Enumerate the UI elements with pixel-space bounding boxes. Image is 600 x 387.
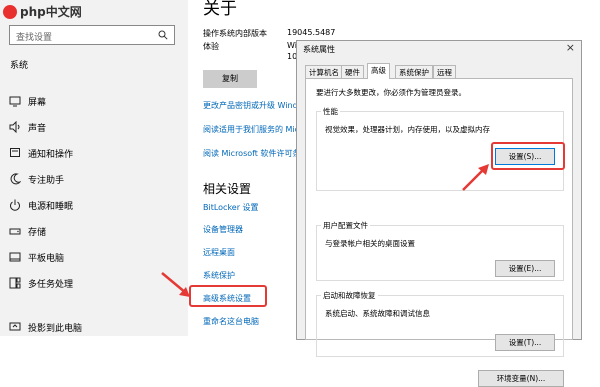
device-manager-link[interactable]: 设备管理器 [203,224,243,235]
highlight-box-advanced-link [189,285,267,307]
performance-desc: 视觉效果，处理器计划，内存使用，以及虚拟内存 [325,125,490,134]
sidebar-item-label: 多任务处理 [28,280,74,290]
sidebar-item-label: 电源和睡眠 [28,202,74,212]
startup-recovery-group: 启动和故障恢复 系统启动、系统故障和调试信息 设置(T)... [316,290,564,357]
experience-row: 体验 Wi [203,41,297,52]
close-icon[interactable]: × [566,41,575,54]
advanced-tab-panel: 要进行大多数更改，你必须作为管理员登录。 性能 视觉效果，处理器计划，内存使用，… [305,78,573,387]
watermark-logo: php中文网 [3,3,82,20]
tab-system-protection[interactable]: 系统保护 [395,65,433,78]
experience-label: 体验 [203,42,219,51]
rename-pc-link[interactable]: 重命名这台电脑 [203,316,259,327]
os-build-value: 19045.5487 [287,28,336,37]
arrow-to-performance-button-icon [462,164,489,191]
tablet-icon [9,252,21,262]
performance-title: 性能 [321,106,340,117]
os-build-row: 操作系统内部版本 19045.5487 [203,28,335,39]
php-logo-icon [3,4,17,19]
startup-recovery-settings-button[interactable]: 设置(T)... [495,334,555,351]
system-properties-dialog: 系统属性 × 计算机名 硬件 高级 系统保护 远程 要进行大多数更改，你必须作为… [296,40,582,387]
search-placeholder: 查找设置 [16,33,53,43]
sidebar-item-label: 通知和操作 [28,150,74,160]
user-profiles-settings-button[interactable]: 设置(E)... [495,260,555,277]
system-protection-link[interactable]: 系统保护 [203,270,235,281]
services-agreement-link[interactable]: 阅读适用于我们服务的 Micr [203,124,302,135]
power-icon [10,199,20,211]
copy-button[interactable]: 复制 [203,70,257,88]
moon-icon [10,173,21,185]
notification-icon [10,148,20,157]
user-profiles-desc: 与登录帐户相关的桌面设置 [325,239,415,248]
user-profiles-title: 用户配置文件 [321,220,370,231]
environment-variables-button[interactable]: 环境变量(N)... [478,370,564,387]
sidebar-item-power[interactable]: 电源和睡眠 [0,192,188,218]
user-profiles-group: 用户配置文件 与登录帐户相关的桌面设置 设置(E)... [316,220,564,281]
sidebar-item-notifications[interactable]: 通知和操作 [0,140,188,166]
tab-computer-name[interactable]: 计算机名 [305,65,343,78]
dialog-title: 系统属性 [303,45,335,54]
startup-recovery-desc: 系统启动、系统故障和调试信息 [325,309,430,318]
search-icon [158,30,168,40]
speaker-icon [9,121,20,133]
sidebar-item-label: 投影到此电脑 [28,324,83,334]
arrow-to-advanced-link-icon [161,272,190,297]
startup-recovery-title: 启动和故障恢复 [321,290,378,301]
os-build-label: 操作系统内部版本 [203,29,267,38]
sidebar-item-display[interactable]: 屏幕 [0,88,188,114]
sidebar-item-label: 专注助手 [28,176,65,186]
tab-hardware[interactable]: 硬件 [341,65,364,78]
tab-remote[interactable]: 远程 [433,65,456,78]
search-input[interactable]: 查找设置 [9,25,175,45]
sidebar-item-project[interactable]: 投影到此电脑 [0,314,188,340]
change-product-key-link[interactable]: 更改产品密钥或升级 Windo [203,100,303,111]
project-icon [9,322,21,331]
sidebar-item-tablet[interactable]: 平板电脑 [0,244,188,270]
remote-desktop-link[interactable]: 远程桌面 [203,247,235,258]
page-title: 关于 [203,0,237,19]
sidebar-item-label: 屏幕 [28,98,47,108]
sidebar-item-label: 存储 [28,228,47,238]
sidebar-item-focus-assist[interactable]: 专注助手 [0,166,188,192]
bitlocker-settings-link[interactable]: BitLocker 设置 [203,202,259,213]
highlight-box-performance-button [491,142,565,170]
section-label-system: 系统 [10,61,29,71]
sidebar-item-storage[interactable]: 存储 [0,218,188,244]
sidebar-item-sound[interactable]: 声音 [0,114,188,140]
related-settings-title: 相关设置 [203,182,252,196]
monitor-icon [9,96,21,107]
sidebar-item-label: 声音 [28,124,47,134]
admin-note: 要进行大多数更改，你必须作为管理员登录。 [316,88,466,97]
multitask-icon [9,277,21,289]
storage-icon [9,228,21,235]
tab-advanced[interactable]: 高级 [367,63,390,79]
license-terms-link[interactable]: 阅读 Microsoft 软件许可条 [203,148,301,159]
sidebar-item-label: 平板电脑 [28,254,65,264]
